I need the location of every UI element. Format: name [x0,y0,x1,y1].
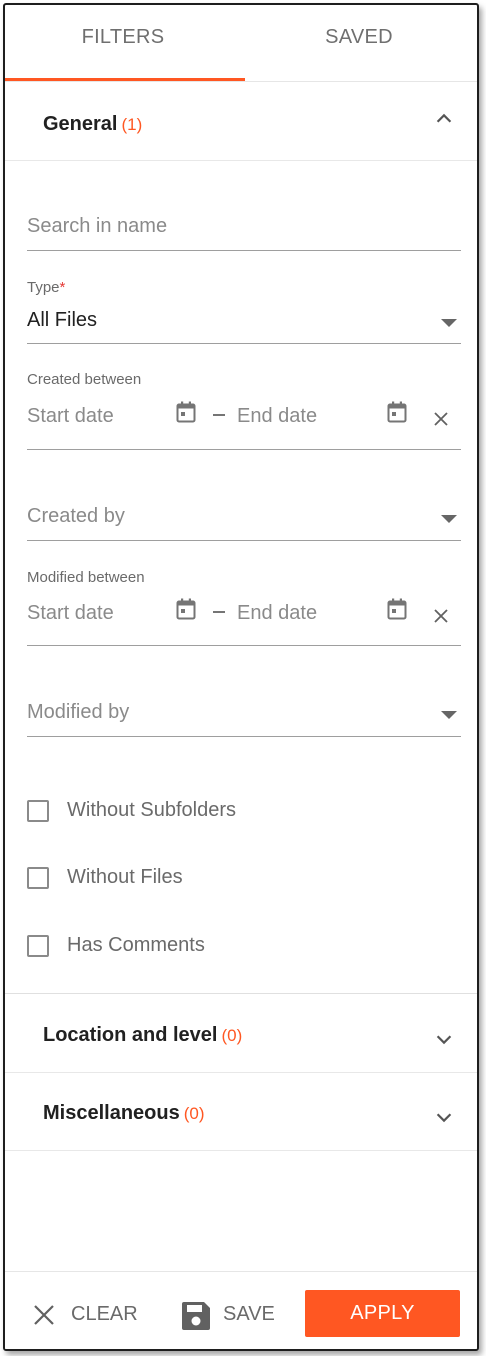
chevron-down-icon[interactable] [433,1028,455,1050]
checkbox-box[interactable] [27,935,49,957]
type-value: All Files [27,309,98,331]
modified-by-placeholder: Modified by [27,701,130,723]
checkbox-label: Without Subfolders [67,799,236,821]
close-icon[interactable] [433,411,449,427]
chevron-up-icon[interactable] [433,108,455,130]
checkbox-box[interactable] [27,800,49,822]
section-location-header[interactable]: Location and level (0) [5,993,477,1073]
calendar-icon[interactable] [176,401,196,423]
calendar-icon[interactable] [387,401,407,423]
floppy-disk-icon [182,1302,210,1330]
section-misc-count: (0) [183,1104,205,1123]
section-title-text: General [43,113,118,135]
type-select[interactable]: All Files [27,309,461,339]
checkbox-label: Without Files [67,866,183,888]
chevron-down-icon[interactable] [433,1106,455,1128]
filter-panel: FILTERS SAVED General (1) Search in name … [3,3,479,1351]
required-mark: * [59,279,66,296]
section-misc-header[interactable]: Miscellaneous (0) [5,1072,477,1151]
modified-between-label: Modified between [27,569,461,587]
modified-end-date-input[interactable]: End date [237,602,317,625]
date-range-dash [213,414,225,416]
modified-between-underline [27,645,461,646]
section-general-header[interactable]: General (1) [5,82,477,161]
created-between-label-text: Created between [27,371,142,388]
section-location-title: Location and level (0) [43,1024,242,1047]
caret-down-icon [441,319,457,327]
search-placeholder: Search in name [27,215,168,237]
close-icon[interactable] [433,608,449,624]
caret-down-icon [441,711,457,719]
type-underline [27,343,461,344]
section-general-count: (1) [121,115,143,134]
created-by-placeholder: Created by [27,505,125,527]
caret-down-icon [441,515,457,523]
section-title-text: Location and level [43,1024,218,1046]
filter-footer: CLEAR SAVE APPLY [5,1271,477,1349]
apply-button[interactable]: APPLY [305,1290,460,1337]
modified-by-select[interactable]: Modified by [27,701,461,731]
created-between-label: Created between [27,371,461,389]
created-start-date-input[interactable]: Start date [27,405,114,428]
type-label: Type* [27,279,461,297]
checkbox-label: Has Comments [67,934,205,956]
tab-bar: FILTERS SAVED [5,5,477,82]
section-location-count: (0) [221,1026,243,1045]
modified-by-underline [27,736,461,737]
clear-label: CLEAR [71,1303,138,1325]
created-by-underline [27,540,461,541]
modified-between-label-text: Modified between [27,569,145,586]
section-title-text: Miscellaneous [43,1102,180,1124]
close-icon [34,1305,54,1325]
created-between-underline [27,449,461,450]
checkbox-box[interactable] [27,867,49,889]
section-misc-title: Miscellaneous (0) [43,1102,205,1125]
calendar-icon[interactable] [176,598,196,620]
type-label-text: Type [27,279,60,296]
active-tab-indicator [5,78,245,81]
section-general-title: General (1) [43,113,142,136]
date-range-dash [213,611,225,613]
search-underline [27,250,461,251]
search-input[interactable]: Search in name [27,215,461,238]
save-label: SAVE [223,1303,275,1325]
created-end-date-input[interactable]: End date [237,405,317,428]
tab-saved[interactable]: SAVED [241,5,477,75]
created-by-select[interactable]: Created by [27,505,461,535]
calendar-icon[interactable] [387,598,407,620]
tab-filters[interactable]: FILTERS [5,5,241,75]
modified-start-date-input[interactable]: Start date [27,602,114,625]
